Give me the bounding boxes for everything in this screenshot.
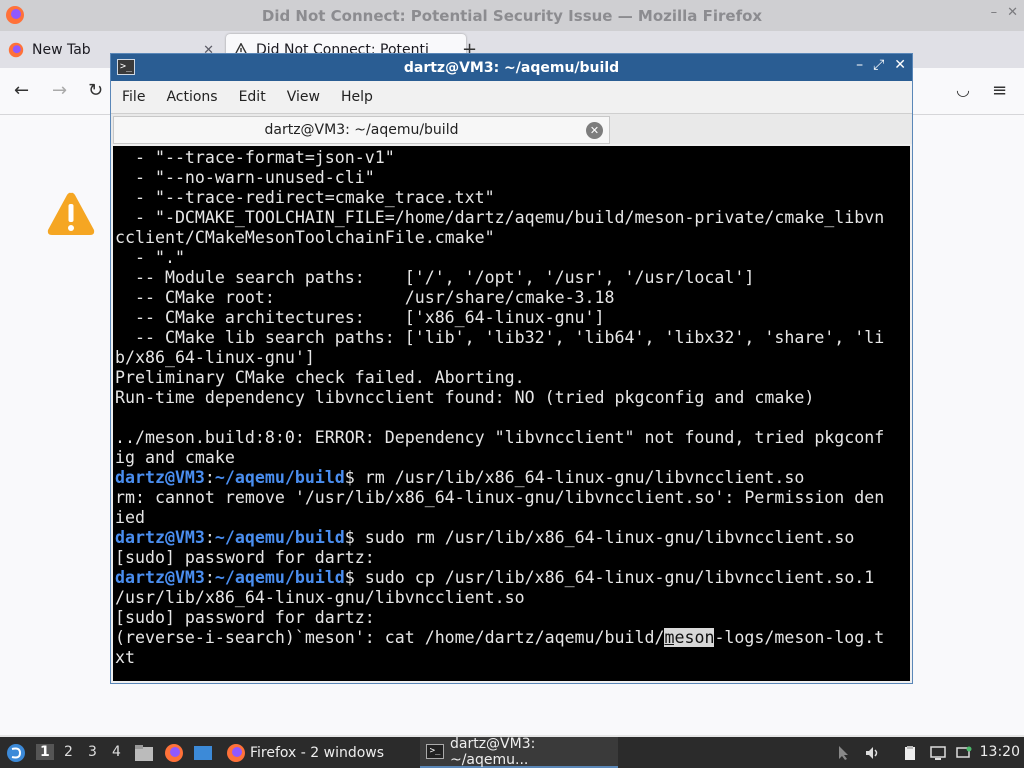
search-suffix: -logs/meson-log.t (714, 628, 885, 647)
close-icon[interactable]: ✕ (894, 57, 906, 73)
prompt-path: ~/aqemu/build (214, 568, 345, 587)
prompt-user: dartz@VM3 (115, 468, 205, 487)
task-label: Firefox - 2 windows (250, 744, 385, 761)
terminal-icon: >_ (426, 744, 444, 759)
terminal-window: >_ dartz@VM3: ~/aqemu/build – ⤢ ✕ File A… (110, 53, 913, 684)
output-line: - "-DCMAKE_TOOLCHAIN_FILE=/home/dartz/aq… (115, 208, 885, 227)
output-line: -- Module search paths: ['/', '/opt', '/… (115, 268, 755, 287)
output-line: - "." (115, 248, 185, 267)
start-menu-icon[interactable] (6, 743, 26, 763)
prompt-user: dartz@VM3 (115, 528, 205, 547)
terminal-tab-label: dartz@VM3: ~/aqemu/build (264, 122, 459, 138)
workspace-3[interactable]: 3 (88, 744, 97, 760)
close-button[interactable]: ✕ (1007, 5, 1018, 20)
volume-icon[interactable] (864, 745, 880, 761)
terminal-titlebar[interactable]: >_ dartz@VM3: ~/aqemu/build – ⤢ ✕ (111, 54, 912, 81)
terminal-tabbar: dartz@VM3: ~/aqemu/build ✕ (111, 113, 912, 144)
workspace-4[interactable]: 4 (112, 744, 121, 760)
desktop-icon[interactable] (193, 744, 213, 762)
workspace-2[interactable]: 2 (64, 744, 73, 760)
output-line: b/x86_64-linux-gnu'] (115, 348, 315, 367)
terminal-output[interactable]: - "--trace-format=json-v1" - "--no-warn-… (113, 146, 910, 681)
menu-help[interactable]: Help (341, 89, 373, 105)
terminal-menubar: File Actions Edit View Help (111, 81, 912, 113)
minimize-button[interactable]: – (991, 5, 998, 20)
window-title: Did Not Connect: Potential Security Issu… (261, 6, 763, 25)
firefox-icon[interactable] (164, 743, 184, 763)
terminal-tab[interactable]: dartz@VM3: ~/aqemu/build ✕ (113, 116, 610, 144)
menu-view[interactable]: View (287, 89, 320, 105)
pocket-icon[interactable]: ◡ (956, 80, 970, 99)
prompt-path: ~/aqemu/build (214, 468, 345, 487)
minimize-icon[interactable]: – (856, 57, 863, 73)
menu-file[interactable]: File (122, 89, 145, 105)
text-cursor: m (664, 628, 675, 647)
network-icon[interactable] (956, 745, 972, 761)
output-line: [sudo] password for dartz: (115, 608, 375, 627)
menu-icon[interactable]: ≡ (992, 80, 1007, 101)
command-line: dartz@VM3:~/aqemu/build$ sudo rm /usr/li… (115, 528, 855, 547)
tab-label: New Tab (32, 42, 91, 58)
prompt-user: dartz@VM3 (115, 568, 205, 587)
output-line: ied (115, 508, 145, 527)
command-line: dartz@VM3:~/aqemu/build$ rm /usr/lib/x86… (115, 468, 805, 487)
reload-icon[interactable]: ↻ (88, 80, 103, 101)
output-line: - "--no-warn-unused-cli" (115, 168, 375, 187)
display-icon[interactable] (930, 745, 946, 761)
command-continuation: /usr/lib/x86_64-linux-gnu/libvncclient.s… (115, 588, 525, 607)
prompt-path: ~/aqemu/build (214, 528, 345, 547)
task-label: dartz@VM3: ~/aqemu... (449, 735, 536, 768)
output-line: ../meson.build:8:0: ERROR: Dependency "l… (115, 428, 885, 447)
reverse-search-line[interactable]: (reverse-i-search)`meson': cat /home/dar… (115, 628, 910, 648)
output-line: - "--trace-redirect=cmake_trace.txt" (115, 188, 495, 207)
forward-icon[interactable]: → (52, 80, 67, 101)
output-line: Preliminary CMake check failed. Aborting… (115, 368, 525, 387)
search-match: eson (674, 628, 715, 647)
firefox-icon (227, 743, 245, 762)
firefox-titlebar: Did Not Connect: Potential Security Issu… (0, 0, 1024, 31)
output-line: - "--trace-format=json-v1" (115, 148, 395, 167)
firefox-icon (8, 42, 24, 58)
output-line: [sudo] password for dartz: (115, 548, 375, 567)
menu-actions[interactable]: Actions (166, 89, 217, 105)
output-line: ig and cmake (115, 448, 235, 467)
file-manager-icon[interactable] (134, 744, 154, 762)
workspace-1[interactable]: 1 (36, 744, 54, 760)
command-text: rm /usr/lib/x86_64-linux-gnu/libvncclien… (364, 468, 805, 487)
search-wrap-line: xt (115, 648, 135, 667)
taskbar: 1 2 3 4 Firefox - 2 windows >_ dartz@VM3… (0, 735, 1024, 768)
command-line: dartz@VM3:~/aqemu/build$ sudo cp /usr/li… (115, 568, 875, 587)
clock[interactable]: 13:20 (980, 744, 1020, 760)
firefox-icon (6, 6, 24, 24)
terminal-title: dartz@VM3: ~/aqemu/build (403, 59, 620, 76)
close-tab-icon[interactable]: ✕ (586, 122, 603, 139)
output-line: rm: cannot remove '/usr/lib/x86_64-linux… (115, 488, 885, 507)
warning-icon (47, 192, 95, 235)
search-prefix: (reverse-i-search)`meson': cat /home/dar… (115, 628, 665, 647)
output-line: -- CMake lib search paths: ['lib', 'lib3… (115, 328, 885, 347)
output-line: cclient/CMakeMesonToolchainFile.cmake" (115, 228, 495, 247)
back-icon[interactable]: ← (14, 80, 29, 101)
command-text: sudo cp /usr/lib/x86_64-linux-gnu/libvnc… (364, 568, 875, 587)
task-terminal[interactable]: >_ dartz@VM3: ~/aqemu... (420, 735, 618, 768)
pointer-icon[interactable] (836, 745, 852, 761)
terminal-icon: >_ (117, 59, 135, 75)
output-line: -- CMake root: /usr/share/cmake-3.18 (115, 288, 615, 307)
maximize-icon[interactable]: ⤢ (873, 57, 884, 73)
clipboard-icon[interactable] (902, 745, 918, 761)
task-firefox[interactable]: Firefox - 2 windows (220, 737, 418, 768)
output-line: -- CMake architectures: ['x86_64-linux-g… (115, 308, 605, 327)
menu-edit[interactable]: Edit (239, 89, 266, 105)
command-text: sudo rm /usr/lib/x86_64-linux-gnu/libvnc… (364, 528, 855, 547)
output-line: Run-time dependency libvncclient found: … (115, 388, 815, 407)
